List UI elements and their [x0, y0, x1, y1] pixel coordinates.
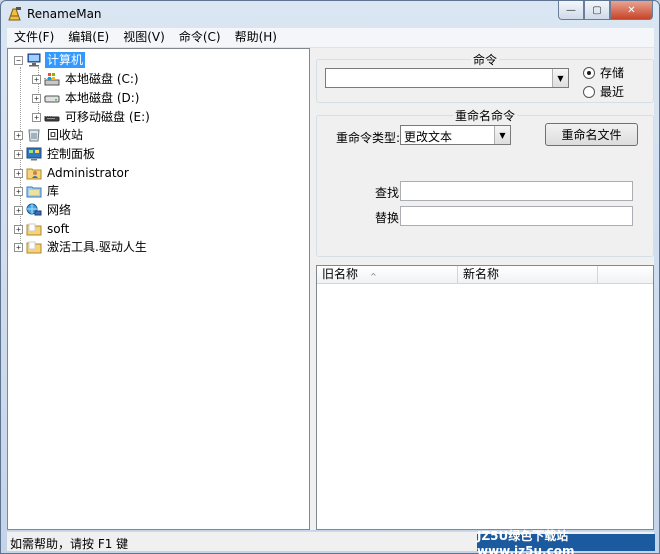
tree-item-library[interactable]: + 库	[14, 182, 61, 200]
radio-save[interactable]: 存储	[583, 64, 624, 81]
library-icon	[26, 186, 42, 198]
right-pane: 命令 ▼ 存储 最近 重命名命令 重命令类型: 更改文本 ▼ 重命名文件 查找:…	[316, 48, 654, 530]
title-bar[interactable]: RenameMan — ▢ ✕	[1, 1, 659, 27]
network-icon	[26, 203, 42, 216]
tree-item-activation-tools[interactable]: + 激活工具.驱动人生	[14, 238, 149, 256]
rename-type-combo[interactable]: 更改文本 ▼	[400, 125, 511, 145]
computer-icon	[27, 53, 41, 67]
control-panel-icon	[26, 147, 42, 161]
tree-label: 可移动磁盘 (E:)	[65, 110, 150, 124]
radio-recent-indicator[interactable]	[583, 85, 595, 98]
chevron-down-icon[interactable]: ▼	[552, 69, 568, 87]
recycle-bin-icon	[28, 129, 40, 142]
minimize-button[interactable]: —	[558, 1, 584, 20]
column-filler	[598, 266, 653, 284]
rename-preview-list[interactable]: 旧名称 ^ 新名称	[316, 265, 654, 530]
tree-label: 计算机	[45, 52, 86, 68]
tree-label: 回收站	[47, 128, 84, 142]
tree-label: 本地磁盘 (C:)	[65, 72, 139, 86]
drive-icon	[44, 95, 60, 103]
tree-label: 网络	[47, 203, 72, 217]
find-label: 查找:	[375, 186, 404, 200]
close-button[interactable]: ✕	[610, 1, 653, 20]
menu-file[interactable]: 文件(F)	[7, 28, 61, 47]
column-new-name[interactable]: 新名称	[458, 266, 598, 284]
command-combo[interactable]: ▼	[325, 68, 569, 88]
radio-save-indicator[interactable]	[583, 66, 595, 79]
menu-bar: 文件(F) 编辑(E) 视图(V) 命令(C) 帮助(H)	[7, 28, 654, 47]
system-drive-icon	[44, 73, 60, 86]
expand-icon[interactable]: +	[14, 186, 23, 196]
window-controls: — ▢ ✕	[558, 1, 653, 20]
maximize-button[interactable]: ▢	[584, 1, 610, 20]
expand-icon[interactable]: +	[32, 74, 41, 84]
tree-label: Administrator	[47, 166, 129, 180]
watermark-banner: JZ5U绿色下载站 www.jz5u.com	[477, 529, 655, 554]
client-area: − 计算机 + 本地磁盘 (C:) + 本地磁盘 (D:) + 可移动磁盘 (E…	[7, 48, 654, 530]
list-header: 旧名称 ^ 新名称	[317, 266, 653, 284]
tree-item-drive-d[interactable]: + 本地磁盘 (D:)	[32, 89, 141, 107]
expand-icon[interactable]: +	[14, 168, 23, 178]
menu-help[interactable]: 帮助(H)	[228, 28, 284, 47]
tree-label: soft	[47, 222, 70, 236]
replace-input[interactable]	[400, 206, 633, 226]
tree-item-computer[interactable]: − 计算机	[14, 51, 86, 69]
status-text: 如需帮助，请按 F1 键	[10, 537, 129, 551]
tree-item-administrator[interactable]: + Administrator	[14, 164, 131, 182]
find-input[interactable]	[400, 181, 633, 201]
expand-icon[interactable]: +	[32, 112, 41, 122]
column-old-name[interactable]: 旧名称 ^	[317, 266, 458, 284]
window-title: RenameMan	[27, 7, 102, 21]
radio-recent[interactable]: 最近	[583, 83, 624, 100]
chevron-down-icon[interactable]: ▼	[494, 126, 510, 144]
menu-edit[interactable]: 编辑(E)	[61, 28, 116, 47]
folder-icon	[26, 223, 42, 236]
folder-tree[interactable]: − 计算机 + 本地磁盘 (C:) + 本地磁盘 (D:) + 可移动磁盘 (E…	[7, 48, 310, 530]
tree-item-drive-c[interactable]: + 本地磁盘 (C:)	[32, 70, 141, 88]
tree-label: 控制面板	[47, 147, 96, 161]
collapse-icon[interactable]: −	[14, 55, 23, 65]
radio-recent-label: 最近	[600, 85, 625, 99]
tree-item-drive-e[interactable]: + 可移动磁盘 (E:)	[32, 108, 152, 126]
tree-item-control-panel[interactable]: + 控制面板	[14, 145, 97, 163]
radio-save-label: 存储	[600, 66, 625, 80]
menu-command[interactable]: 命令(C)	[172, 28, 228, 47]
tree-label: 本地磁盘 (D:)	[65, 91, 140, 105]
expand-icon[interactable]: +	[14, 130, 23, 140]
tree-label: 激活工具.驱动人生	[47, 240, 147, 254]
expand-icon[interactable]: +	[32, 93, 41, 103]
expand-icon[interactable]: +	[14, 149, 23, 159]
rename-type-label: 重命令类型:	[336, 131, 401, 145]
tree-item-network[interactable]: + 网络	[14, 201, 73, 219]
tree-item-recycle-bin[interactable]: + 回收站	[14, 126, 85, 144]
removable-drive-icon	[44, 116, 60, 122]
user-folder-icon	[26, 168, 42, 180]
tree-label: 库	[47, 184, 60, 198]
rename-group-legend: 重命名命令	[454, 109, 515, 123]
expand-icon[interactable]: +	[14, 242, 23, 252]
rename-type-value: 更改文本	[404, 130, 453, 144]
replace-label: 替换:	[375, 211, 404, 225]
expand-icon[interactable]: +	[14, 224, 23, 234]
expand-icon[interactable]: +	[14, 205, 23, 215]
app-icon	[8, 7, 21, 21]
folder-icon	[26, 241, 42, 254]
column-new-name-label: 新名称	[463, 267, 500, 281]
rename-files-button[interactable]: 重命名文件	[545, 123, 638, 146]
sort-ascending-icon: ^	[370, 272, 377, 281]
command-group-legend: 命令	[472, 53, 497, 67]
column-old-name-label: 旧名称	[322, 267, 359, 281]
app-window: RenameMan — ▢ ✕ 文件(F) 编辑(E) 视图(V) 命令(C) …	[0, 0, 660, 554]
menu-view[interactable]: 视图(V)	[116, 28, 172, 47]
tree-item-soft[interactable]: + soft	[14, 220, 71, 238]
